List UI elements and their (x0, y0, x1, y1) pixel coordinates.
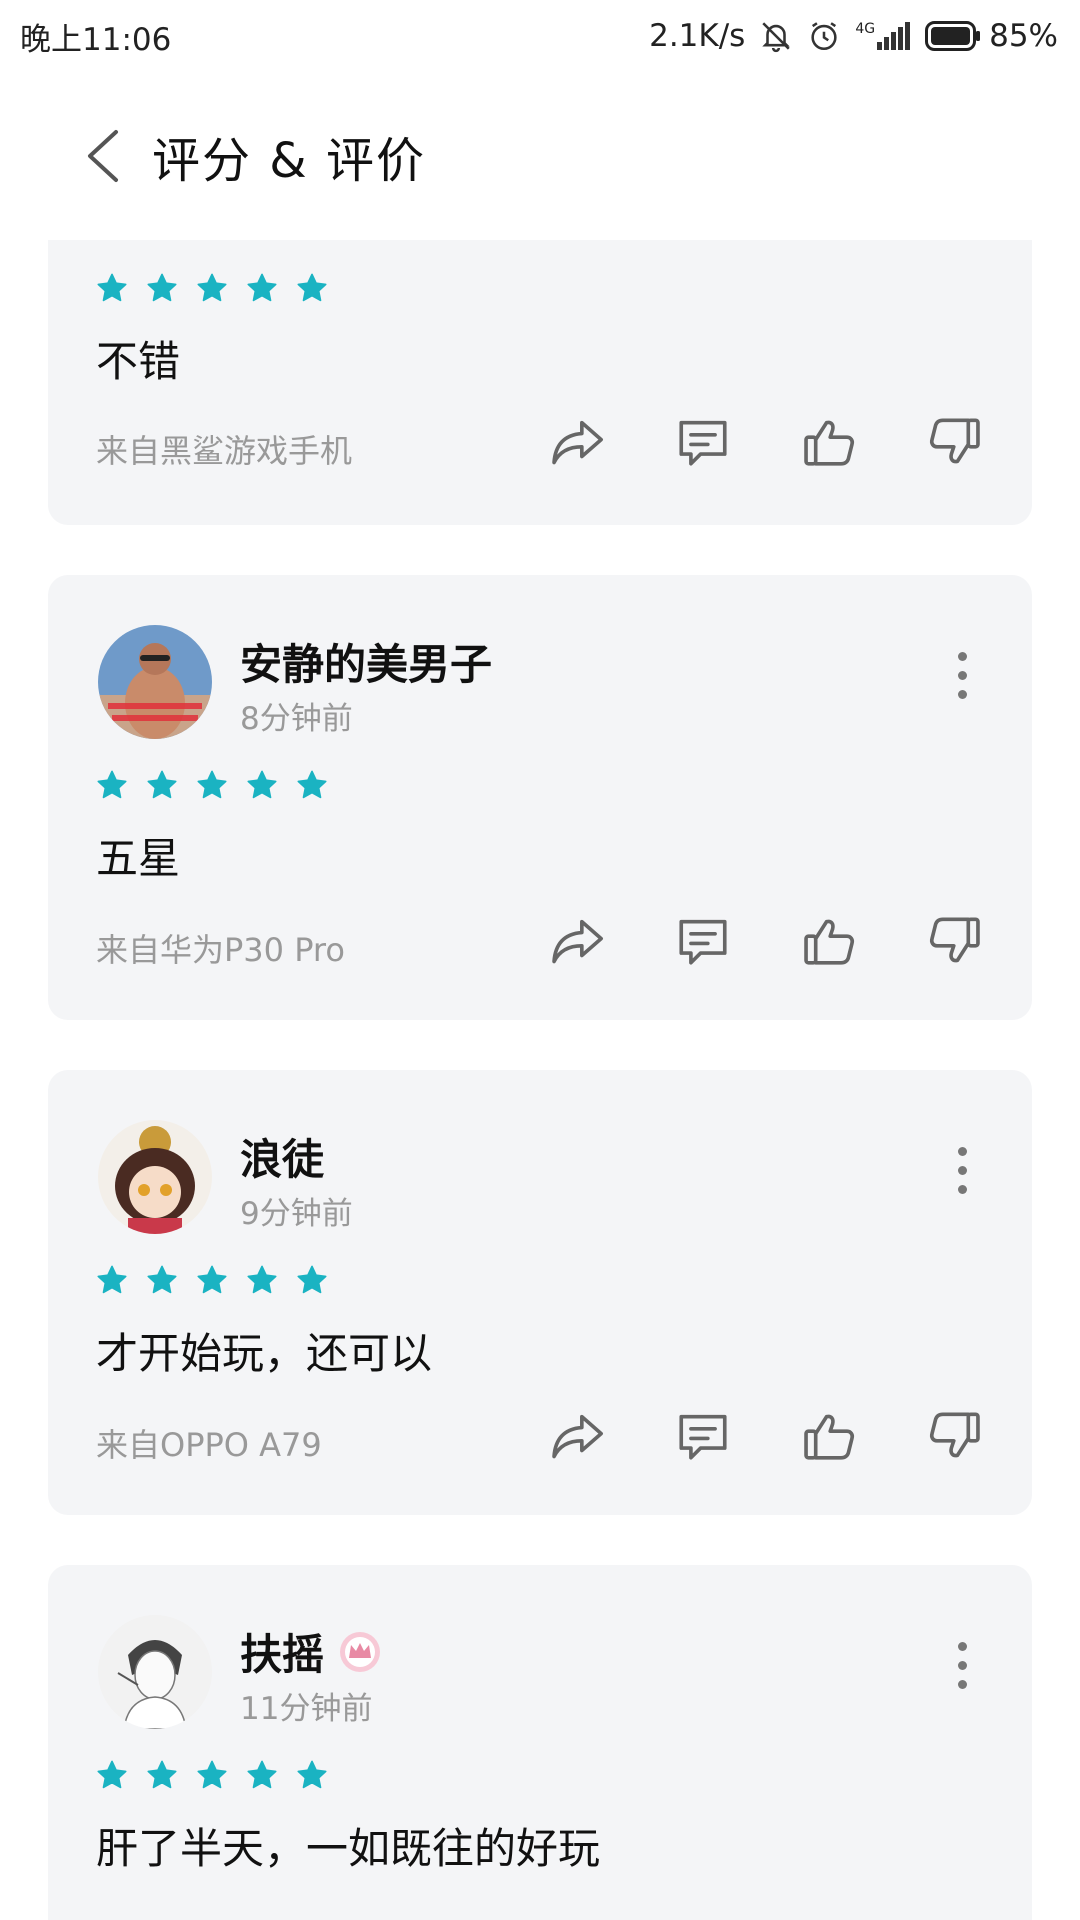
star-icon (296, 1759, 328, 1791)
star-icon (146, 1264, 178, 1296)
user-name-text: 浪徒 (240, 1135, 325, 1184)
more-options-button[interactable] (942, 1625, 982, 1705)
page-title: 评分 & 评价 (152, 133, 426, 189)
more-options-button[interactable] (942, 1130, 982, 1210)
star-icon (296, 769, 328, 801)
network-speed: 2.1K/s (649, 18, 746, 54)
review-time: 11分钟前 (240, 1691, 373, 1727)
crown-badge-icon (340, 1631, 381, 1672)
share-button[interactable] (548, 1409, 606, 1467)
user-name[interactable]: 扶摇 (240, 1621, 382, 1682)
star-icon (296, 1264, 328, 1296)
share-icon (548, 413, 606, 475)
star-icon (146, 769, 178, 801)
review-card: 安静的美男子 8分钟前 五星 来自华为P30 Pro (48, 575, 1032, 1020)
comment-button[interactable] (674, 1409, 732, 1467)
comment-icon (674, 1407, 732, 1469)
share-button[interactable] (548, 415, 606, 473)
star-icon (246, 1264, 278, 1296)
like-button[interactable] (800, 1409, 858, 1467)
review-time: 8分钟前 (240, 701, 353, 737)
share-icon (548, 1407, 606, 1469)
share-icon (548, 912, 606, 974)
more-vertical-icon (957, 1146, 967, 1156)
review-text: 不错 (96, 337, 181, 386)
nav-bar: 评分 & 评价 (0, 72, 1080, 240)
thumbs-up-icon (800, 413, 858, 475)
status-icons: 2.1K/s 4G 85% (649, 18, 1058, 54)
review-list[interactable]: 不错 来自黑鲨游戏手机 安静的美男子 8分钟前 五星 来自华为P30 Pro 浪… (0, 240, 1080, 1920)
mute-bell-icon (759, 19, 793, 53)
like-button[interactable] (800, 914, 858, 972)
battery: 85% (925, 18, 1058, 54)
rating-stars (96, 272, 328, 304)
star-icon (196, 272, 228, 304)
more-options-button[interactable] (942, 635, 982, 715)
thumbs-down-icon (926, 912, 984, 974)
avatar[interactable] (98, 1615, 212, 1729)
star-icon (96, 1759, 128, 1791)
dislike-button[interactable] (926, 914, 984, 972)
star-icon (246, 1759, 278, 1791)
review-actions (548, 415, 984, 473)
comment-icon (674, 912, 732, 974)
star-icon (246, 769, 278, 801)
thumbs-down-icon (926, 1407, 984, 1469)
thumbs-up-icon (800, 1407, 858, 1469)
like-button[interactable] (800, 415, 858, 473)
rating-stars (96, 1264, 328, 1296)
signal-label: 4G (855, 21, 876, 37)
more-vertical-icon (957, 1641, 967, 1651)
review-actions (548, 914, 984, 972)
user-name[interactable]: 安静的美男子 (240, 631, 492, 692)
thumbs-down-icon (926, 413, 984, 475)
star-icon (146, 1759, 178, 1791)
alarm-icon (807, 19, 841, 53)
user-name-text: 扶摇 (240, 1630, 325, 1679)
rating-stars (96, 769, 328, 801)
star-icon (196, 769, 228, 801)
status-bar: 晚上11:06 2.1K/s 4G 85% (0, 0, 1080, 72)
star-icon (296, 272, 328, 304)
user-name[interactable]: 浪徒 (240, 1126, 324, 1187)
review-text: 才开始玩，还可以 (96, 1329, 433, 1378)
device-text: 来自华为P30 Pro (96, 931, 345, 969)
star-icon (146, 272, 178, 304)
battery-percent: 85% (989, 18, 1058, 54)
device-text: 来自黑鲨游戏手机 (96, 432, 353, 470)
device-text: 来自OPPO A79 (96, 1426, 322, 1464)
back-button[interactable] (52, 106, 152, 206)
review-text: 五星 (96, 834, 181, 883)
status-time: 晚上11:06 (20, 21, 172, 58)
share-button[interactable] (548, 914, 606, 972)
comment-button[interactable] (674, 415, 732, 473)
star-icon (246, 272, 278, 304)
chevron-left-icon (88, 130, 118, 182)
star-icon (96, 769, 128, 801)
review-actions (548, 1409, 984, 1467)
thumbs-up-icon (800, 912, 858, 974)
avatar[interactable] (98, 625, 212, 739)
dislike-button[interactable] (926, 415, 984, 473)
review-text: 肝了半天，一如既往的好玩 (96, 1824, 601, 1873)
star-icon (96, 1264, 128, 1296)
signal-icon: 4G (855, 22, 911, 50)
star-icon (196, 1759, 228, 1791)
star-icon (196, 1264, 228, 1296)
review-time: 9分钟前 (240, 1196, 353, 1232)
review-card: 浪徒 9分钟前 才开始玩，还可以 来自OPPO A79 (48, 1070, 1032, 1515)
comment-icon (674, 413, 732, 475)
comment-button[interactable] (674, 914, 732, 972)
rating-stars (96, 1759, 328, 1791)
dislike-button[interactable] (926, 1409, 984, 1467)
more-vertical-icon (957, 651, 967, 661)
user-name-text: 安静的美男子 (240, 640, 493, 689)
review-card: 扶摇 11分钟前 肝了半天，一如既往的好玩 (48, 1565, 1032, 1920)
avatar[interactable] (98, 1120, 212, 1234)
star-icon (96, 272, 128, 304)
review-card: 不错 来自黑鲨游戏手机 (48, 240, 1032, 525)
